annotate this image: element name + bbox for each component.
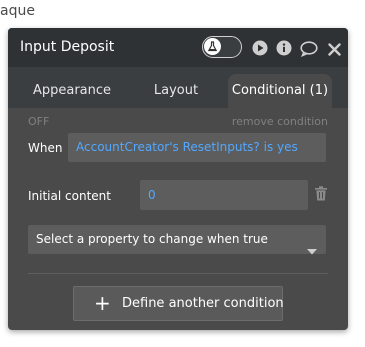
- property-select[interactable]: Select a property to change when true: [28, 225, 326, 255]
- condition-status: OFF: [28, 115, 50, 128]
- when-label: When: [28, 141, 63, 155]
- comment-icon[interactable]: [300, 41, 318, 61]
- tab-layout[interactable]: Layout: [136, 68, 216, 108]
- tab-conditional[interactable]: Conditional (1): [228, 74, 332, 108]
- divider: [28, 273, 328, 274]
- when-expression-field[interactable]: AccountCreator's ResetInputs? is yes: [68, 133, 326, 162]
- element-toggle[interactable]: [202, 36, 242, 58]
- remove-condition-link[interactable]: remove condition: [232, 115, 328, 128]
- panel-title: Input Deposit: [20, 39, 115, 55]
- tab-appearance[interactable]: Appearance: [20, 68, 124, 108]
- info-icon[interactable]: [276, 40, 292, 60]
- property-select-label: Select a property to change when true: [36, 232, 268, 246]
- plus-icon: +: [94, 291, 111, 315]
- chevron-down-icon: [307, 237, 317, 266]
- initial-content-field[interactable]: 0: [140, 180, 308, 210]
- flask-icon: [207, 37, 218, 56]
- background-text: aque: [0, 3, 35, 19]
- close-icon[interactable]: [328, 41, 341, 60]
- tab-bar: Appearance Layout Conditional (1): [8, 68, 348, 108]
- panel-header[interactable]: Input Deposit: [8, 28, 348, 68]
- play-icon[interactable]: [252, 40, 268, 60]
- toggle-knob: [204, 38, 221, 55]
- property-label: Initial content: [28, 189, 111, 203]
- property-editor-panel: Input Deposit Appearance Layout Conditio…: [8, 28, 348, 330]
- define-another-condition-button[interactable]: + Define another condition: [73, 286, 284, 321]
- trash-icon[interactable]: [314, 186, 328, 205]
- define-button-label: Define another condition: [122, 296, 284, 311]
